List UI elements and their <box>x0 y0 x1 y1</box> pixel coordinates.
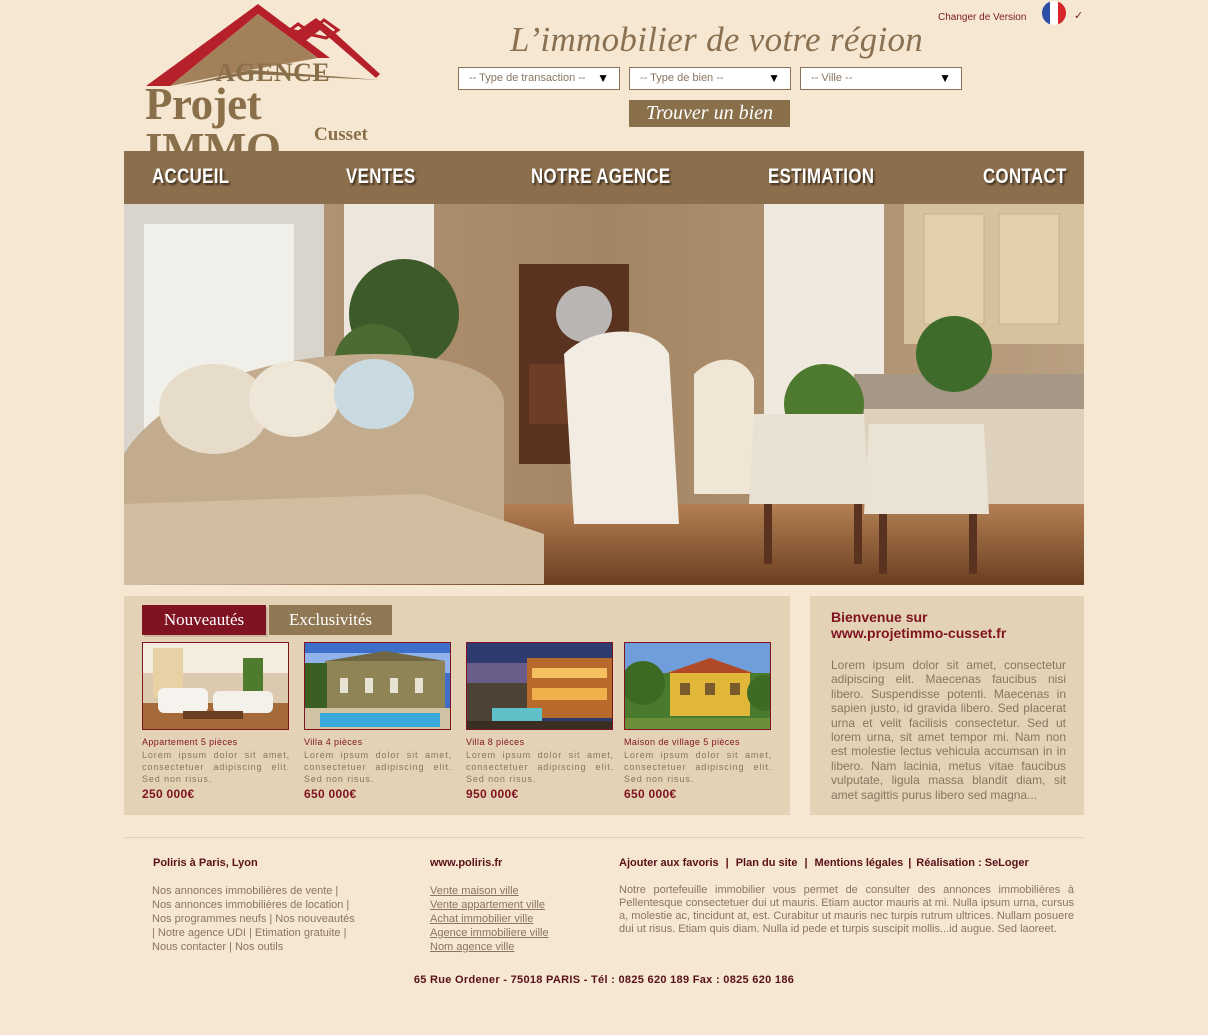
credits-link[interactable]: Réalisation : SeLoger <box>916 857 1028 869</box>
find-property-button[interactable]: Trouver un bien <box>629 100 790 127</box>
footer-col1-links: Nos annonces immobilières de vente | Nos… <box>152 884 367 954</box>
nav-item-ventes[interactable]: VENTES <box>346 165 416 189</box>
chevron-down-icon[interactable]: ✓ <box>1074 9 1083 22</box>
transaction-type-select[interactable]: -- Type de transaction -- ▼ <box>458 67 620 90</box>
add-favorites-link[interactable]: Ajouter aux favoris <box>619 857 719 869</box>
nav-item-contact[interactable]: CONTACT <box>983 165 1067 189</box>
footer-link[interactable]: Nous contacter | Nos outils <box>152 940 367 954</box>
tab-nouveautes[interactable]: Nouveautés <box>142 605 266 635</box>
hero-living-room-image <box>124 204 1084 585</box>
tab-exclusivites[interactable]: Exclusivités <box>269 605 392 635</box>
agency-logo[interactable]: AGENCE Projet IMMO Cusset <box>140 2 390 172</box>
listings-panel: Nouveautés Exclusivités Appartement 5 pi… <box>124 596 790 815</box>
legal-notice-link[interactable]: Mentions légales <box>815 857 904 869</box>
listing-description: Lorem ipsum dolor sit amet, consectetuer… <box>304 750 452 784</box>
nav-item-estimation[interactable]: ESTIMATION <box>768 165 874 189</box>
footer-link[interactable]: | Notre agence UDI | Etimation gratuite … <box>152 926 367 940</box>
footer-utility-links: Ajouter aux favoris | Plan du site | Mention… <box>619 857 1029 869</box>
site-map-link[interactable]: Plan du site <box>736 857 798 869</box>
france-flag-icon[interactable] <box>1042 1 1066 25</box>
footer-divider <box>124 837 1084 838</box>
dropdown-arrow-icon: ▼ <box>597 71 609 85</box>
listing-price: 250 000€ <box>142 787 195 801</box>
listing-card[interactable]: Villa 8 pièces Lorem ipsum dolor sit ame… <box>466 642 614 801</box>
listing-card[interactable]: Villa 4 pièces Lorem ipsum dolor sit ame… <box>304 642 452 801</box>
link-separator: | <box>725 857 729 869</box>
listing-photo-apartment[interactable] <box>142 642 289 730</box>
listing-photo-villa-pool[interactable] <box>304 642 451 730</box>
agency-address: 65 Rue Ordener - 75018 PARIS - Tél : 082… <box>413 974 795 986</box>
listing-description: Lorem ipsum dolor sit amet, consectetuer… <box>624 750 772 784</box>
listing-title: Maison de village 5 pièces <box>624 737 740 747</box>
footer-link[interactable]: Nos programmes neufs | Nos nouveautés <box>152 912 367 926</box>
listing-description: Lorem ipsum dolor sit amet, consectetuer… <box>466 750 614 784</box>
dropdown-arrow-icon: ▼ <box>939 71 951 85</box>
footer-link[interactable]: Nom agence ville <box>430 940 580 954</box>
listing-card[interactable]: Appartement 5 pièces Lorem ipsum dolor s… <box>142 642 290 801</box>
welcome-site-url: www.projetimmo-cusset.fr <box>831 625 1007 641</box>
listing-title: Villa 4 pièces <box>304 737 363 747</box>
link-separator: | <box>908 857 912 869</box>
footer-link[interactable]: Vente appartement ville <box>430 898 580 912</box>
nav-item-accueil[interactable]: ACCUEIL <box>152 165 229 189</box>
transaction-type-value: -- Type de transaction -- <box>469 72 586 84</box>
nav-item-notre-agence[interactable]: NOTRE AGENCE <box>531 165 671 189</box>
listing-description: Lorem ipsum dolor sit amet, consectetuer… <box>142 750 290 784</box>
footer-col2-title[interactable]: www.poliris.fr <box>430 857 502 869</box>
city-value: -- Ville -- <box>811 72 853 84</box>
site-tagline: L’immobilier de votre région <box>510 20 924 59</box>
link-separator: | <box>804 857 808 869</box>
listing-title: Villa 8 pièces <box>466 737 525 747</box>
dropdown-arrow-icon: ▼ <box>768 71 780 85</box>
footer-description: Notre portefeuille immobilier vous perme… <box>619 884 1074 935</box>
welcome-text: Lorem ipsum dolor sit amet, consectetur … <box>831 658 1066 802</box>
logo-city-text: Cusset <box>314 124 368 145</box>
listing-price: 650 000€ <box>624 787 677 801</box>
main-nav: ACCUEIL VENTES NOTRE AGENCE ESTIMATION C… <box>124 151 1084 204</box>
listing-card[interactable]: Maison de village 5 pièces Lorem ipsum d… <box>624 642 772 801</box>
city-select[interactable]: -- Ville -- ▼ <box>800 67 962 90</box>
listing-photo-villa-night[interactable] <box>466 642 613 730</box>
footer-col1-title: Poliris à Paris, Lyon <box>153 857 258 869</box>
welcome-panel: Bienvenue sur www.projetimmo-cusset.fr L… <box>810 596 1084 815</box>
change-version-link[interactable]: Changer de Version <box>938 12 1026 23</box>
property-type-select[interactable]: -- Type de bien -- ▼ <box>629 67 791 90</box>
welcome-title: Bienvenue sur www.projetimmo-cusset.fr <box>831 609 1071 641</box>
footer-col2-links: Vente maison ville Vente appartement vil… <box>430 884 580 954</box>
welcome-title-line1: Bienvenue sur <box>831 609 928 625</box>
footer-link[interactable]: Agence immobiliere ville <box>430 926 580 940</box>
footer-link[interactable]: Achat immobilier ville <box>430 912 580 926</box>
listing-photo-village-house[interactable] <box>624 642 771 730</box>
listing-price: 650 000€ <box>304 787 357 801</box>
listing-title: Appartement 5 pièces <box>142 737 238 747</box>
property-type-value: -- Type de bien -- <box>640 72 724 84</box>
footer-link[interactable]: Vente maison ville <box>430 884 580 898</box>
listing-price: 950 000€ <box>466 787 519 801</box>
footer-link[interactable]: Nos annonces immobilières de vente | <box>152 884 367 898</box>
footer-link[interactable]: Nos annonces immobilières de location | <box>152 898 367 912</box>
